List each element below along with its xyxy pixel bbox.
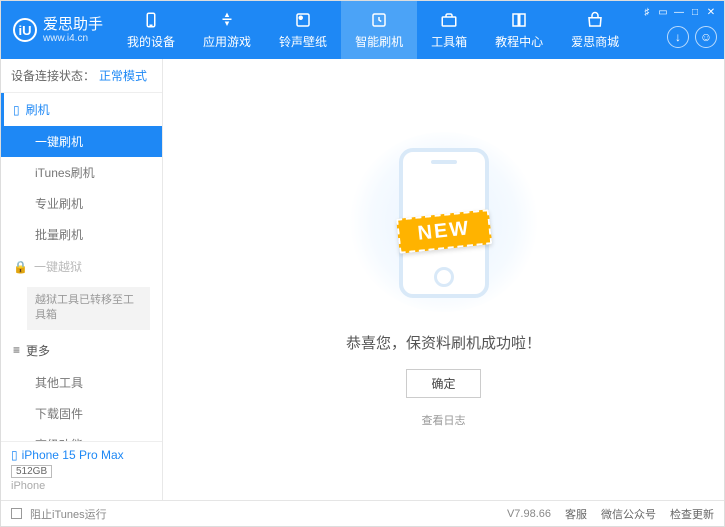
app-header: iU 爱思助手 www.i4.cn 我的设备 应用游戏 铃声壁纸 智能刷机	[1, 1, 724, 59]
wechat-link[interactable]: 微信公众号	[601, 506, 656, 522]
nav-flash[interactable]: 智能刷机	[341, 1, 417, 59]
device-type: iPhone	[11, 480, 152, 492]
nav-label: 应用游戏	[203, 33, 251, 50]
section-more[interactable]: ≡ 更多	[1, 334, 162, 367]
device-storage: 512GB	[11, 465, 52, 478]
footer: 阻止iTunes运行 V7.98.66 客服 微信公众号 检查更新	[1, 500, 724, 526]
section-jailbreak: 🔒 一键越狱	[1, 250, 162, 283]
skin-icon[interactable]: ▭	[656, 5, 670, 19]
nav-toolbox[interactable]: 工具箱	[417, 1, 481, 59]
lock-icon: 🔒	[13, 260, 28, 274]
sub-other-tools[interactable]: 其他工具	[1, 367, 162, 398]
section-flash[interactable]: ▯ 刷机	[1, 93, 162, 126]
connection-status: 设备连接状态： 正常模式	[1, 59, 162, 93]
sub-download-firmware[interactable]: 下载固件	[1, 398, 162, 429]
status-label: 设备连接状态：	[11, 67, 95, 84]
jailbreak-note: 越狱工具已转移至工具箱	[27, 287, 150, 330]
list-icon: ≡	[13, 343, 20, 357]
nav-tutorials[interactable]: 教程中心	[481, 1, 557, 59]
menu-icon[interactable]: ♯	[640, 5, 654, 19]
sub-batch-flash[interactable]: 批量刷机	[1, 219, 162, 250]
ok-button[interactable]: 确定	[406, 369, 480, 398]
flash-icon	[369, 10, 389, 30]
nav-ringtones[interactable]: 铃声壁纸	[265, 1, 341, 59]
nav-label: 爱思商城	[571, 33, 619, 50]
checkbox-icon	[11, 508, 22, 519]
download-button[interactable]: ↓	[667, 26, 689, 48]
section-label: 更多	[26, 342, 50, 359]
device-info[interactable]: ▯ iPhone 15 Pro Max 512GB iPhone	[1, 441, 162, 500]
block-itunes-checkbox[interactable]: 阻止iTunes运行	[11, 506, 107, 522]
toolbox-icon	[439, 10, 459, 30]
device-icon	[141, 10, 161, 30]
close-icon[interactable]: ✕	[704, 5, 718, 19]
sidebar: 设备连接状态： 正常模式 ▯ 刷机 一键刷机 iTunes刷机 专业刷机 批量刷…	[1, 59, 163, 500]
customer-service-link[interactable]: 客服	[565, 506, 587, 522]
success-illustration: NEW	[349, 132, 539, 312]
sub-itunes-flash[interactable]: iTunes刷机	[1, 157, 162, 188]
section-label: 刷机	[26, 101, 50, 118]
sub-one-click-flash[interactable]: 一键刷机	[1, 126, 162, 157]
brand-title: 爱思助手	[43, 16, 103, 33]
brand-url: www.i4.cn	[43, 33, 103, 45]
minimize-icon[interactable]: ―	[672, 5, 686, 19]
nav-label: 我的设备	[127, 33, 175, 50]
phone-icon: ▯	[13, 103, 20, 117]
device-name: iPhone 15 Pro Max	[22, 448, 124, 462]
main-content: NEW 恭喜您，保资料刷机成功啦！ 确定 查看日志	[163, 59, 724, 500]
sub-advanced[interactable]: 高级功能	[1, 429, 162, 441]
phone-small-icon: ▯	[11, 448, 18, 462]
check-update-link[interactable]: 检查更新	[670, 506, 714, 522]
view-log-link[interactable]: 查看日志	[422, 412, 466, 428]
section-label: 一键越狱	[34, 258, 82, 275]
book-icon	[509, 10, 529, 30]
nav-label: 教程中心	[495, 33, 543, 50]
top-nav: 我的设备 应用游戏 铃声壁纸 智能刷机 工具箱 教程中心	[113, 1, 640, 59]
account-button[interactable]: ☺	[695, 26, 717, 48]
brand-logo-icon: iU	[13, 18, 37, 42]
nav-store[interactable]: 爱思商城	[557, 1, 633, 59]
nav-label: 铃声壁纸	[279, 33, 327, 50]
version-label: V7.98.66	[507, 508, 551, 520]
store-icon	[585, 10, 605, 30]
maximize-icon[interactable]: □	[688, 5, 702, 19]
success-message: 恭喜您，保资料刷机成功啦！	[346, 332, 541, 353]
nav-label: 工具箱	[431, 33, 467, 50]
checkbox-label: 阻止iTunes运行	[30, 506, 107, 522]
nav-label: 智能刷机	[355, 33, 403, 50]
nav-apps[interactable]: 应用游戏	[189, 1, 265, 59]
sub-pro-flash[interactable]: 专业刷机	[1, 188, 162, 219]
apps-icon	[217, 10, 237, 30]
media-icon	[293, 10, 313, 30]
nav-my-device[interactable]: 我的设备	[113, 1, 189, 59]
brand: iU 爱思助手 www.i4.cn	[1, 1, 113, 59]
status-value: 正常模式	[99, 67, 147, 84]
